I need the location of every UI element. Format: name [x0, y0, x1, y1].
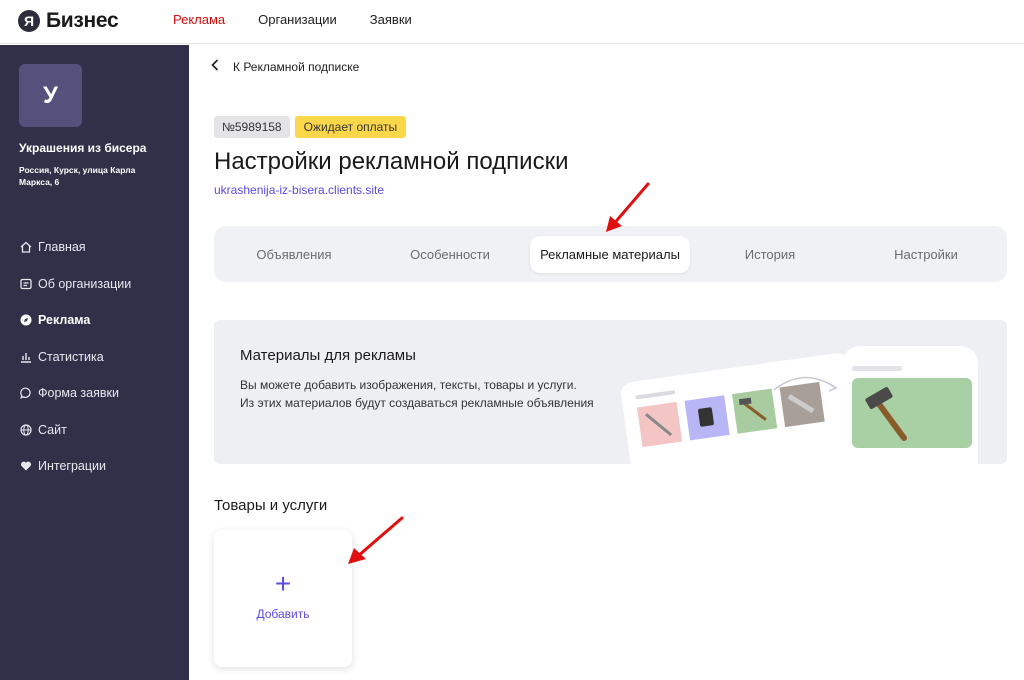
org-name: Украшения из бисера — [19, 141, 147, 155]
sidebar-item-label: Об организации — [38, 276, 132, 291]
heart-icon — [19, 460, 32, 473]
home-icon — [19, 241, 32, 254]
tab-ad-materials[interactable]: Рекламные материалы — [530, 236, 690, 273]
status-badge: Ожидает оплаты — [294, 116, 407, 138]
compass-icon — [19, 314, 32, 327]
sidebar-item-label: Реклама — [38, 313, 91, 328]
sidebar-item-ads[interactable]: Реклама — [19, 302, 131, 339]
back-link-label: К Рекламной подписке — [233, 60, 360, 74]
sidebar-item-label: Статистика — [38, 349, 104, 364]
chat-bubble-icon — [19, 387, 32, 400]
org-address: Россия, Курск, улица Карла Маркса, 6 — [19, 165, 136, 187]
tab-history[interactable]: История — [690, 236, 850, 273]
sidebar-item-home[interactable]: Главная — [19, 229, 131, 266]
logo-text: Бизнес — [46, 9, 119, 32]
banner-text-line: Из этих материалов будут создаваться рек… — [240, 396, 594, 410]
materials-illustration — [621, 346, 978, 464]
logo-mark: Я — [18, 10, 40, 32]
add-product-button[interactable]: + Добавить — [214, 530, 352, 667]
yandex-business-logo[interactable]: Я Бизнес — [18, 9, 119, 33]
chevron-left-icon — [211, 59, 219, 75]
tabs-bar: Объявления Особенности Рекламные материа… — [214, 226, 1007, 282]
back-link[interactable]: К Рекламной подписке — [211, 59, 359, 75]
sidebar-item-about[interactable]: Об организации — [19, 266, 131, 303]
top-bar: Я Бизнес Реклама Организации Заявки — [0, 0, 1024, 44]
globe-icon — [19, 423, 32, 436]
subscription-badges: №5989158 Ожидает оплаты — [214, 116, 407, 138]
subscription-number-badge: №5989158 — [214, 116, 290, 138]
sidebar-item-site[interactable]: Сайт — [19, 412, 131, 449]
topnav-item-organizations[interactable]: Организации — [258, 12, 337, 27]
materials-info-banner: Материалы для рекламы Вы можете добавить… — [214, 320, 1007, 464]
org-avatar[interactable]: У — [19, 64, 82, 127]
sidebar: У Украшения из бисера Россия, Курск, ули… — [0, 45, 189, 680]
site-link[interactable]: ukrashenija-iz-bisera.clients.site — [214, 183, 384, 197]
banner-text-line: Вы можете добавить изображения, тексты, … — [240, 378, 577, 392]
sidebar-item-label: Интеграции — [38, 459, 107, 474]
page-title: Настройки рекламной подписки — [214, 148, 569, 175]
section-title-products: Товары и услуги — [214, 497, 328, 514]
sidebar-item-label: Форма заявки — [38, 386, 119, 401]
sidebar-item-stats[interactable]: Статистика — [19, 339, 131, 376]
sidebar-item-integrations[interactable]: Интеграции — [19, 448, 131, 485]
add-product-label: Добавить — [256, 607, 310, 621]
topnav-item-ads[interactable]: Реклама — [173, 12, 225, 27]
sidebar-item-label: Главная — [38, 240, 86, 255]
plus-icon: + — [274, 568, 292, 599]
sidebar-nav: Главная Об организации Реклама Статистик… — [19, 229, 131, 485]
tab-features[interactable]: Особенности — [370, 236, 530, 273]
sidebar-item-label: Сайт — [38, 422, 67, 437]
tab-ads-list[interactable]: Объявления — [214, 236, 374, 273]
banner-text: Вы можете добавить изображения, тексты, … — [240, 376, 620, 412]
banner-title: Материалы для рекламы — [240, 347, 416, 364]
info-card-icon — [19, 277, 32, 290]
topnav-item-requests[interactable]: Заявки — [370, 12, 412, 27]
sidebar-item-request-form[interactable]: Форма заявки — [19, 375, 131, 412]
top-nav: Реклама Организации Заявки — [173, 12, 445, 27]
bar-chart-icon — [19, 350, 32, 363]
tab-settings[interactable]: Настройки — [846, 236, 1006, 273]
